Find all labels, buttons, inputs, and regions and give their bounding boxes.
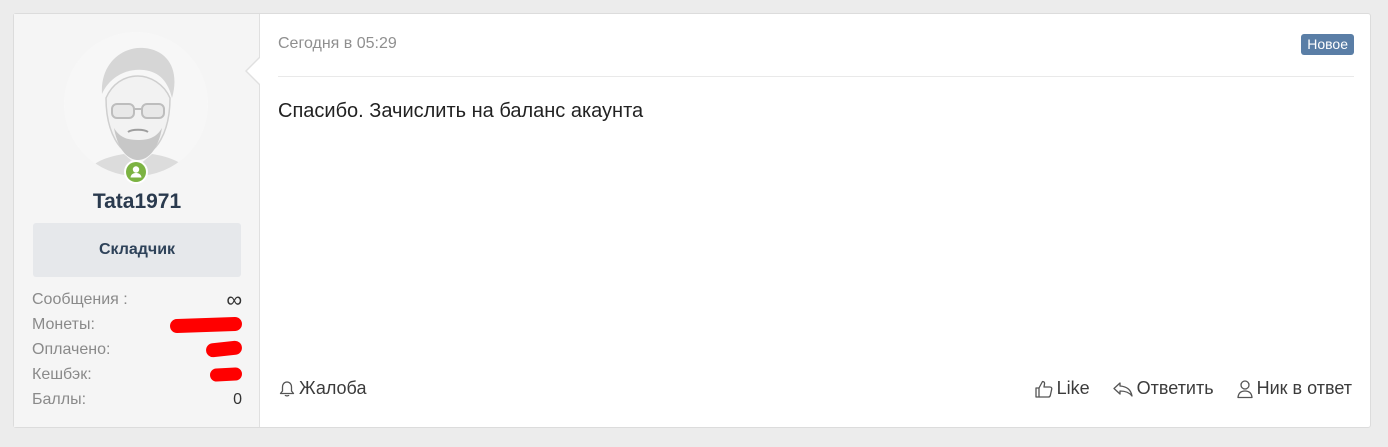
redaction-mark [209,367,243,382]
stat-paid: Оплачено: [32,337,243,362]
post-actions-left: Жалоба [278,378,366,403]
user-avatar[interactable] [64,32,208,176]
redaction-mark [169,316,243,334]
like-label: Like [1056,378,1090,398]
post-body: Спасибо. Зачислить на баланс акаунта [278,100,644,122]
online-status [124,160,148,184]
bell-icon [279,380,295,397]
report-label: Жалоба [299,378,367,398]
stat-cashback: Кешбэк: [32,362,243,387]
stat-label: Монеты: [32,316,95,333]
post-date[interactable]: Сегодня в 05:29 [278,35,397,53]
thumbs-up-icon [1034,380,1053,398]
stat-coins: Монеты: [32,312,243,337]
stat-value: 0 [233,391,242,408]
reply-icon [1113,381,1133,397]
stat-label: Сообщения : [32,291,128,308]
stat-messages: Сообщения : ∞ [32,287,242,312]
username[interactable]: Tata1971 [14,190,260,214]
redaction-mark [205,340,243,358]
stat-label: Оплачено: [32,341,111,358]
stat-points: Баллы: 0 [32,387,242,412]
post-content: Сегодня в 05:29 Новое Спасибо. Зачислить… [278,14,1370,427]
new-badge: Новое [1301,34,1354,55]
reply-button[interactable]: Ответить [1112,378,1214,399]
mention-label: Ник в ответ [1256,378,1352,398]
stat-label: Кешбэк: [32,366,92,383]
header-divider [278,76,1354,77]
post-actions-right: Like Ответить Ник в ответ [1034,378,1352,399]
user-stats: Сообщения : ∞ Монеты: Оплачено: Кешбэк: … [32,287,243,412]
forum-post: Tata1971 Складчик Сообщения : ∞ Монеты: … [13,13,1371,428]
user-icon [1236,379,1253,398]
like-button[interactable]: Like [1034,378,1090,399]
avatar-illustration-icon [64,32,208,176]
reply-label: Ответить [1136,378,1214,398]
post-pointer-inner [247,57,261,85]
mention-button[interactable]: Ник в ответ [1236,378,1352,399]
stat-label: Баллы: [32,391,87,408]
report-button[interactable]: Жалоба [278,378,366,399]
user-info-panel: Tata1971 Складчик Сообщения : ∞ Монеты: … [14,14,260,427]
online-user-icon [130,166,142,178]
stat-value: ∞ [226,287,242,312]
user-role-badge: Складчик [33,223,241,277]
